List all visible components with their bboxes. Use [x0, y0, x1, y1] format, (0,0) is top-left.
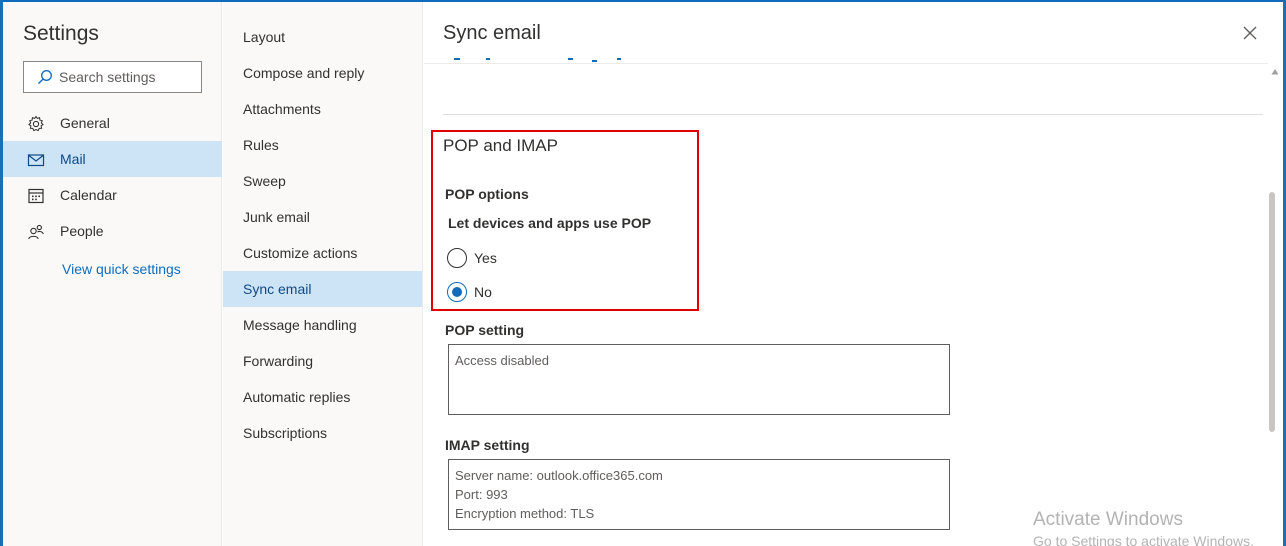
section-automatic-replies[interactable]: Automatic replies — [223, 379, 422, 415]
pop-imap-heading: POP and IMAP — [443, 136, 558, 155]
radio-no[interactable]: No — [447, 282, 597, 304]
mail-sections-nav: Layout Compose and reply Attachments Rul… — [223, 19, 422, 451]
section-sweep[interactable]: Sweep — [223, 163, 422, 199]
settings-categories-panel: Settings General Mail — [3, 2, 222, 546]
settings-title: Settings — [23, 22, 99, 45]
pop-question: Let devices and apps use POP — [448, 215, 652, 231]
search-icon — [38, 70, 52, 85]
activate-windows-subtitle: Go to Settings to activate Windows. — [1033, 533, 1254, 546]
radio-no-circle[interactable] — [447, 282, 467, 302]
search-box[interactable] — [23, 61, 202, 93]
category-label: People — [60, 223, 104, 239]
category-nav: General Mail Calendar People — [3, 105, 222, 249]
section-sync-email[interactable]: Sync email — [223, 271, 422, 307]
section-divider — [443, 114, 1263, 115]
scroll-up-arrow-icon[interactable] — [1271, 68, 1279, 76]
radio-label: Yes — [474, 250, 497, 266]
radio-label: No — [474, 284, 492, 300]
section-rules[interactable]: Rules — [223, 127, 422, 163]
imap-server-line: Server name: outlook.office365.com — [455, 468, 663, 483]
imap-encryption-line: Encryption method: TLS — [455, 506, 595, 521]
imap-setting-label: IMAP setting — [445, 437, 530, 453]
section-customize-actions[interactable]: Customize actions — [223, 235, 422, 271]
pop-setting-value: Access disabled — [455, 353, 549, 368]
scrollbar-thumb[interactable] — [1269, 192, 1275, 432]
section-forwarding[interactable]: Forwarding — [223, 343, 422, 379]
category-people[interactable]: People — [3, 213, 222, 249]
view-quick-settings-link[interactable]: View quick settings — [62, 261, 181, 277]
category-mail[interactable]: Mail — [3, 141, 222, 177]
section-message-handling[interactable]: Message handling — [223, 307, 422, 343]
section-layout[interactable]: Layout — [223, 19, 422, 55]
radio-yes-circle[interactable] — [447, 248, 467, 268]
imap-port-line: Port: 993 — [455, 487, 508, 502]
calendar-icon — [28, 188, 44, 204]
section-subscriptions[interactable]: Subscriptions — [223, 415, 422, 451]
sync-email-pane: Sync email POP and IMAP POP options Let … — [424, 2, 1283, 546]
mail-sections-panel: Layout Compose and reply Attachments Rul… — [223, 2, 423, 546]
section-attachments[interactable]: Attachments — [223, 91, 422, 127]
close-icon[interactable] — [1242, 25, 1258, 41]
category-general[interactable]: General — [3, 105, 222, 141]
category-label: General — [60, 115, 110, 131]
search-input[interactable] — [59, 62, 197, 92]
category-label: Calendar — [60, 187, 117, 203]
category-calendar[interactable]: Calendar — [3, 177, 222, 213]
header-divider — [424, 63, 1268, 64]
mail-icon — [27, 154, 45, 167]
gear-icon — [28, 115, 44, 132]
pane-title: Sync email — [443, 22, 541, 44]
pop-setting-label: POP setting — [445, 322, 525, 338]
radio-yes[interactable]: Yes — [447, 248, 597, 270]
pop-setting-textbox[interactable]: Access disabled — [448, 344, 950, 415]
scrolled-off-link-fragment — [446, 50, 626, 62]
activate-windows-title: Activate Windows — [1033, 509, 1183, 530]
section-junk-email[interactable]: Junk email — [223, 199, 422, 235]
imap-setting-textbox[interactable]: Server name: outlook.office365.com Port:… — [448, 459, 950, 530]
pop-options-label: POP options — [445, 186, 529, 202]
people-icon — [28, 224, 44, 240]
section-compose-and-reply[interactable]: Compose and reply — [223, 55, 422, 91]
category-label: Mail — [60, 151, 86, 167]
